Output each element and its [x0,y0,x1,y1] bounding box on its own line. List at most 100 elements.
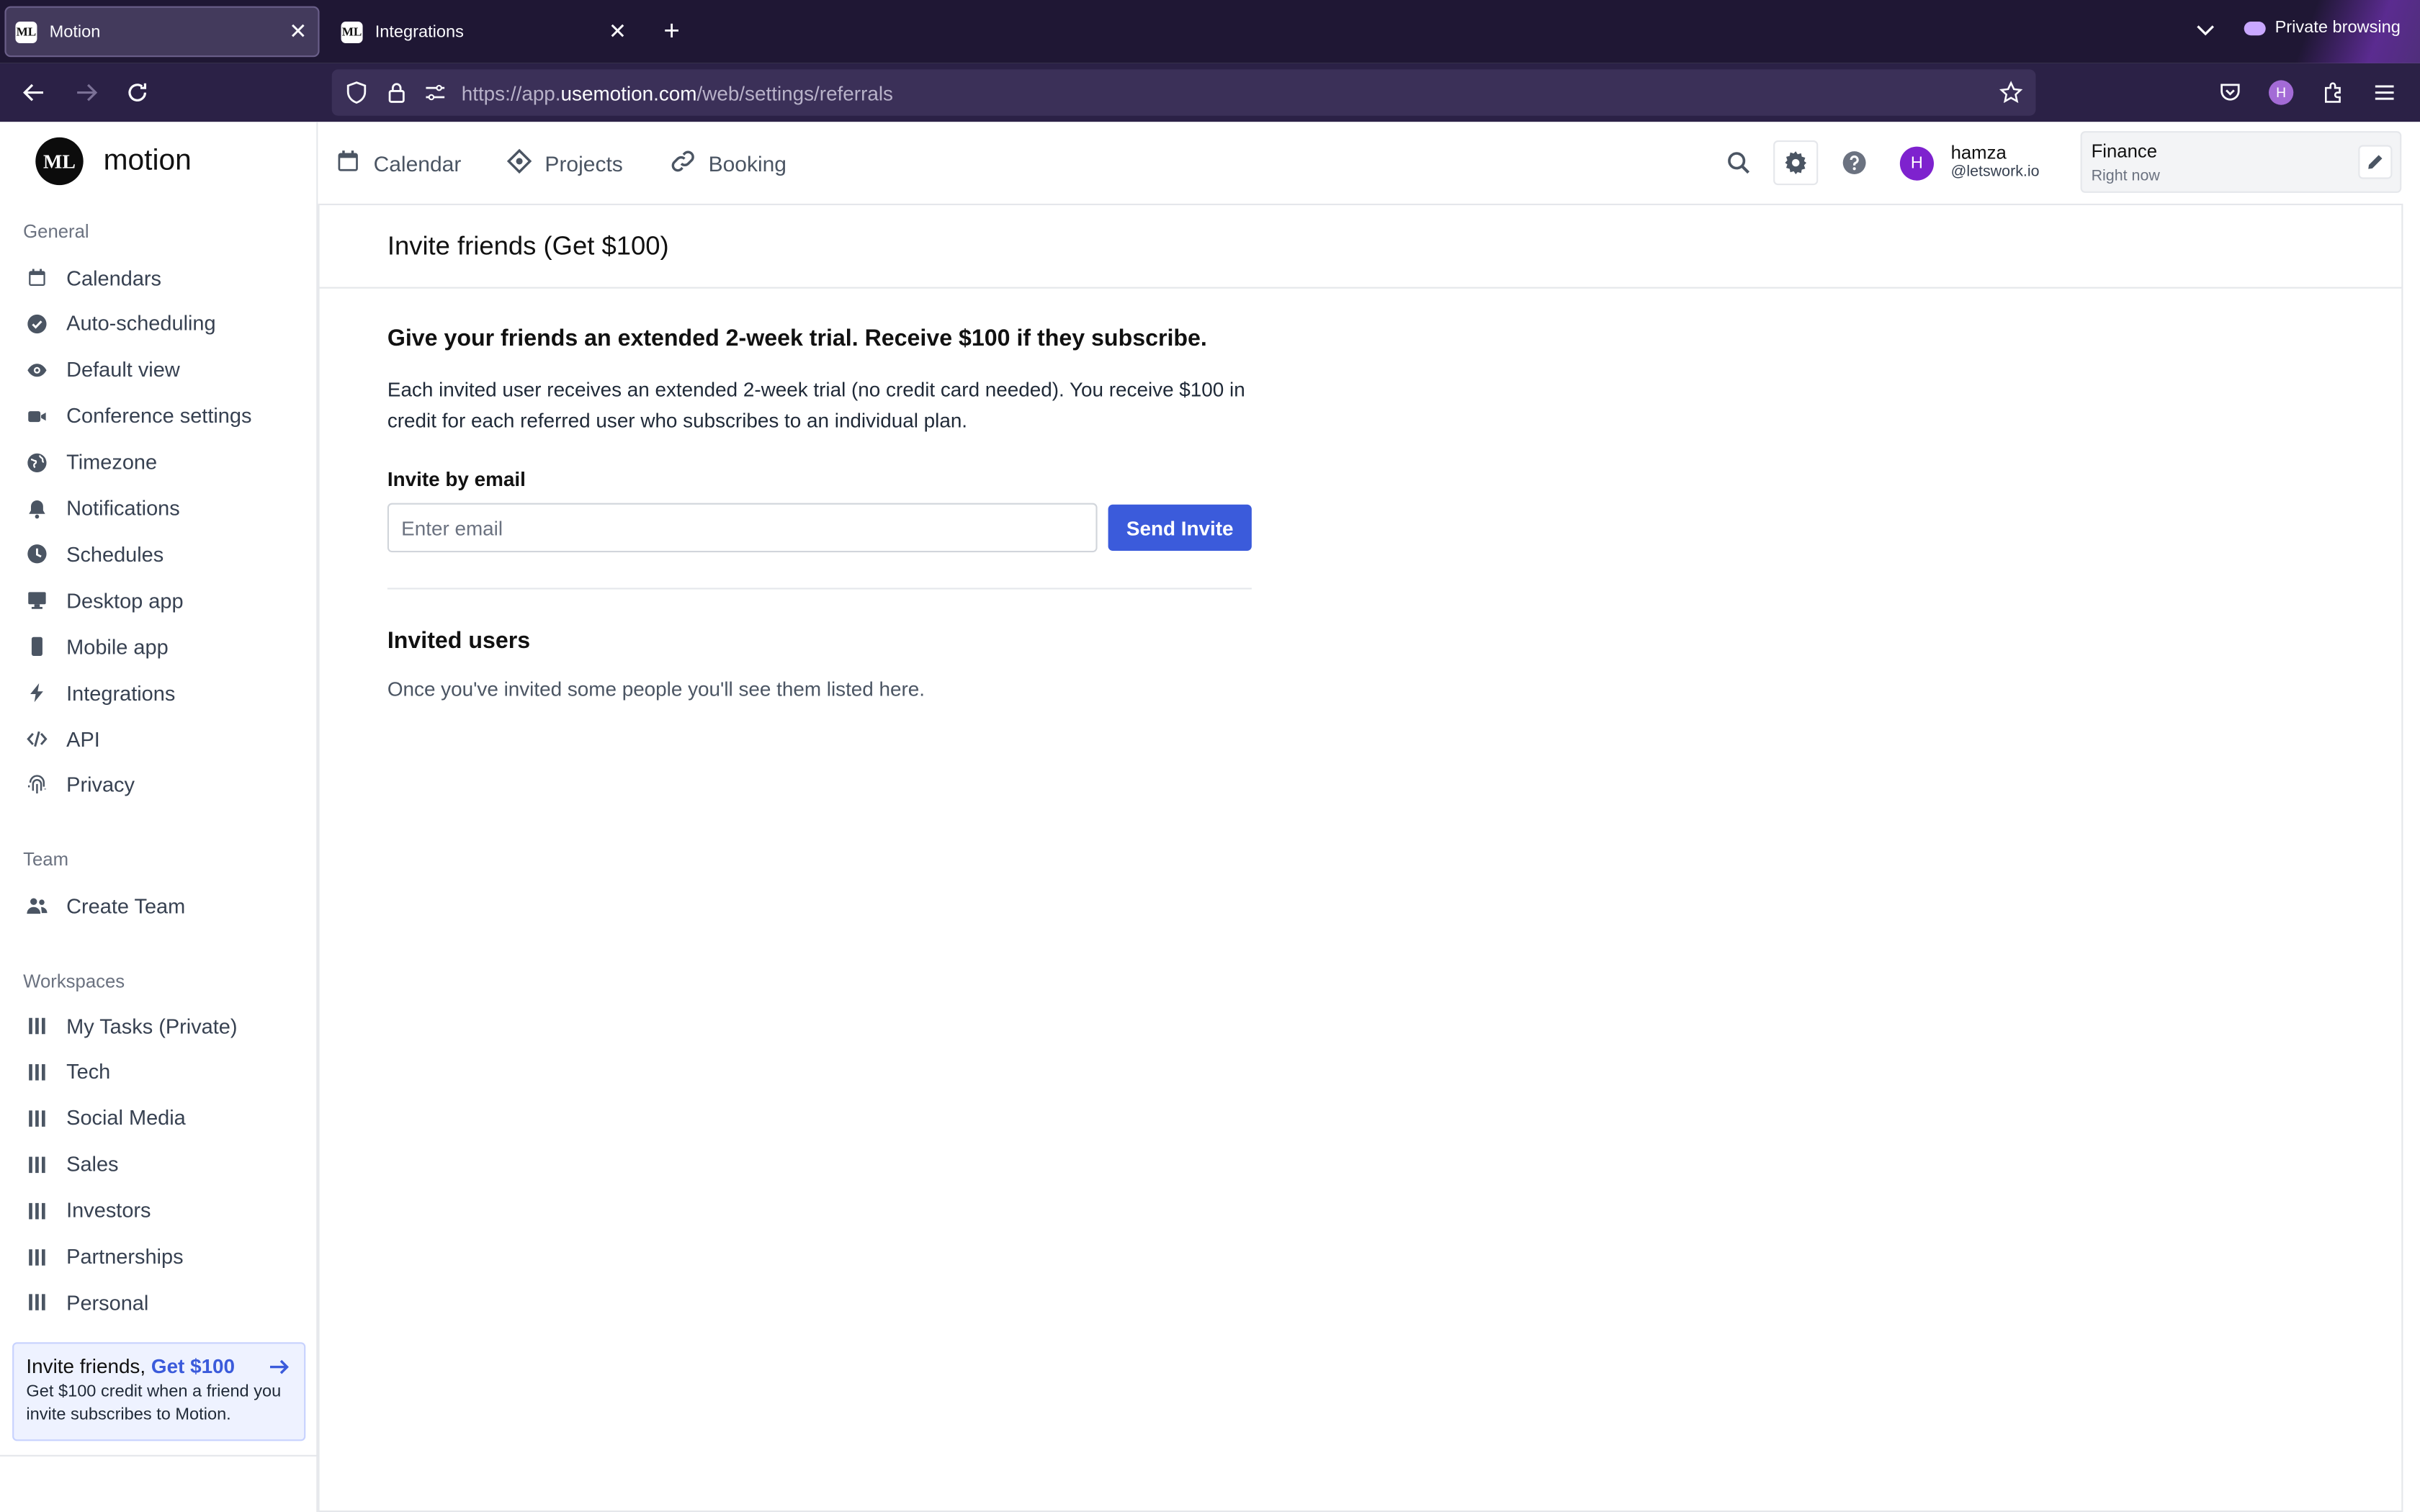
sidebar-item-auto-scheduling[interactable]: Auto-scheduling [23,305,301,342]
nav-booking[interactable]: Booking [670,148,786,179]
sidebar-item-schedules[interactable]: Schedules [23,536,301,572]
workspace-item-personal[interactable]: Personal [23,1284,301,1321]
sidebar-item-create-team[interactable]: Create Team [23,887,301,924]
invite-friends-promo[interactable]: Invite friends, Get $100 Get $100 credit… [12,1342,306,1441]
lock-icon[interactable] [385,80,409,104]
menu-hamburger-icon[interactable] [2370,78,2398,107]
url-bar[interactable]: https://app.usemotion.com/web/settings/r… [331,69,2036,116]
sidebar-item-default-view[interactable]: Default view [23,351,301,388]
url-path: /web/settings/referrals [696,81,893,105]
sidebar-item-notifications[interactable]: Notifications [23,490,301,526]
search-icon[interactable] [1721,145,1754,179]
close-tab-icon[interactable]: ✕ [289,19,307,43]
motion-favicon: ML [341,20,363,42]
pocket-icon[interactable] [2216,78,2244,107]
sidebar-item-api[interactable]: API [23,721,301,757]
sidebar-item-label: Integrations [66,681,176,705]
page-title: Invite friends (Get $100) [387,231,669,261]
account-initial: H [2269,80,2294,105]
sidebar-item-label: Conference settings [66,404,252,428]
page-settings-icon[interactable] [423,80,447,104]
sidebar-item-mobile-app[interactable]: Mobile app [23,629,301,665]
sidebar-item-calendars[interactable]: Calendars [23,259,301,296]
section-heading-general: General [23,220,89,243]
workspace-item-label: Social Media [66,1107,186,1130]
user-profile[interactable]: H hamza @letswork.io [1899,143,2040,182]
eye-icon [23,356,51,384]
video-icon [23,402,51,431]
sidebar-item-integrations[interactable]: Integrations [23,675,301,711]
workspace-item-my-tasks-private[interactable]: My Tasks (Private) [23,1007,301,1044]
extensions-icon[interactable] [2320,78,2348,107]
promo-accent-text: Get $100 [151,1354,236,1378]
user-info: hamza @letswork.io [1951,143,2040,182]
user-name: hamza [1950,142,2007,164]
send-invite-button[interactable]: Send Invite [1108,504,1252,551]
section-heading-workspaces: Workspaces [23,970,125,992]
current-task-time: Right now [2091,168,2160,186]
help-icon[interactable] [1837,145,1870,179]
arrow-right-icon[interactable] [267,1354,292,1387]
tab-list-chevron-icon[interactable] [2195,19,2216,48]
workspace-item-social-media[interactable]: Social Media [23,1099,301,1136]
columns-icon [23,1197,51,1225]
url-text[interactable]: https://app.usemotion.com/web/settings/r… [462,82,893,105]
motion-logo-mark: ML [35,137,84,186]
pencil-icon[interactable] [2358,145,2393,179]
workspace-item-label: Investors [66,1199,151,1223]
browser-tab-integrations[interactable]: ML Integrations ✕ [331,6,640,58]
sidebar-item-label: Auto-scheduling [66,312,216,336]
invited-users-empty-state: Once you've invited some people you'll s… [387,677,926,701]
workspace-item-sales[interactable]: Sales [23,1146,301,1182]
close-tab-icon[interactable]: ✕ [609,19,627,43]
columns-icon [23,1151,51,1179]
invite-email-input[interactable] [387,503,1098,553]
sidebar-item-privacy[interactable]: Privacy [23,767,301,804]
workspace-item-label: My Tasks (Private) [66,1014,238,1038]
motion-logo[interactable]: ML motion [35,137,192,186]
shield-icon[interactable] [344,80,369,104]
promo-title: Invite friends, Get $100 [26,1354,292,1377]
workspace-item-partnerships[interactable]: Partnerships [23,1238,301,1275]
invited-users-heading: Invited users [387,628,531,654]
clock-icon [23,541,51,569]
diamond-icon [506,148,532,179]
bolt-icon [23,679,51,707]
workspace-item-label: Personal [66,1291,149,1315]
link-icon [670,148,696,179]
new-tab-icon[interactable]: + [663,15,680,46]
section-heading-team: Team [23,848,69,870]
sidebar-item-conference-settings[interactable]: Conference settings [23,397,301,434]
sidebar-item-label: Create Team [66,894,186,917]
current-task-widget[interactable]: Finance Right now [2080,131,2402,193]
settings-sidebar: ML motion General Calendars Auto-scheduli… [0,122,318,1512]
nav-projects[interactable]: Projects [506,148,623,179]
columns-icon [23,1243,51,1271]
forward-arrow-icon[interactable] [73,78,101,107]
referral-headline: Give your friends an extended 2-week tri… [387,325,1207,352]
sidebar-item-label: Timezone [66,450,158,474]
check-circle-icon [23,310,51,338]
sidebar-item-desktop-app[interactable]: Desktop app [23,582,301,618]
columns-icon [23,1104,51,1133]
invite-email-label: Invite by email [387,467,526,491]
brand-name: motion [103,144,192,177]
promo-body: Get $100 credit when a friend you invite… [26,1382,282,1424]
bookmark-star-icon[interactable] [1999,80,2023,104]
sidebar-item-timezone[interactable]: Timezone [23,444,301,480]
workspace-item-investors[interactable]: Investors [23,1192,301,1229]
browser-tab-motion[interactable]: ML Motion ✕ [4,6,320,58]
account-avatar[interactable]: H [2267,78,2295,107]
back-arrow-icon[interactable] [20,78,48,107]
sidebar-item-label: Desktop app [66,589,184,613]
private-mask-icon [2244,20,2266,35]
gear-icon[interactable] [1773,140,1819,186]
user-handle: @letswork.io [1950,163,2040,181]
fingerprint-icon [23,771,51,799]
reload-icon[interactable] [123,78,151,107]
nav-calendar[interactable]: Calendar [335,148,461,179]
workspace-item-label: Sales [66,1153,119,1176]
browser-nav-bar: https://app.usemotion.com/web/settings/r… [0,63,2420,122]
url-prefix: https://app. [461,81,561,105]
workspace-item-tech[interactable]: Tech [23,1053,301,1090]
